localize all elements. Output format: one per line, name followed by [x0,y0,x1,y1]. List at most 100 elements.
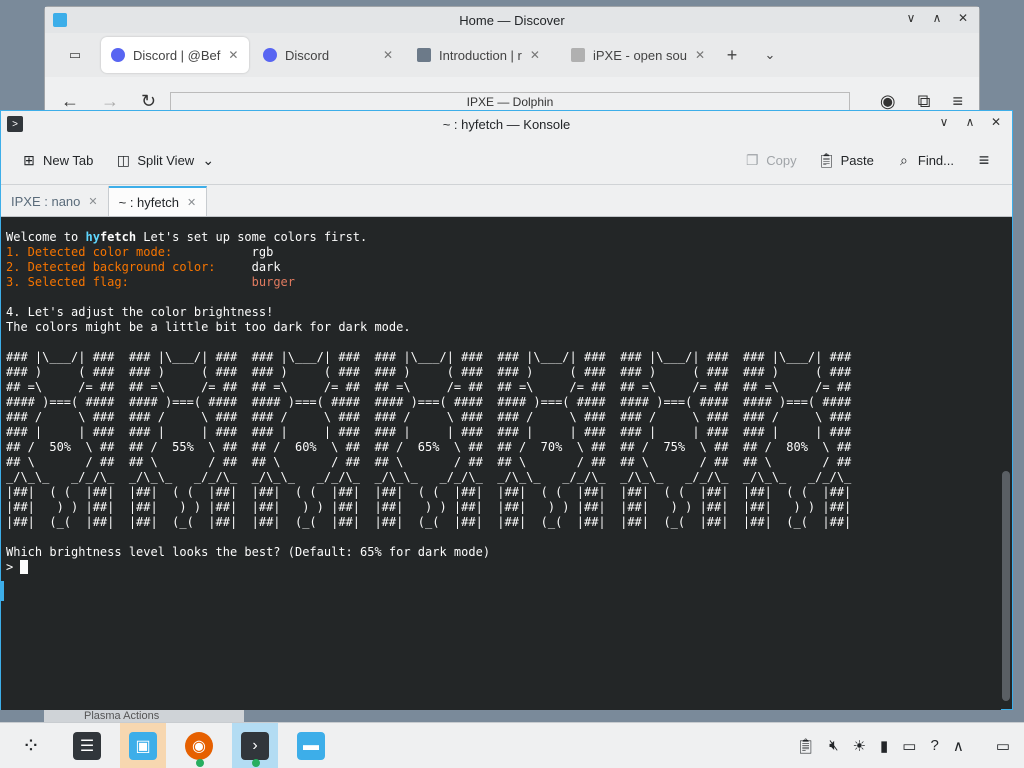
konsole-tab-bar: IPXE : nano ✕ ~ : hyfetch ✕ [1,185,1012,217]
browser-window-controls: ∨ ∧ ✕ [903,11,971,25]
account-icon[interactable]: ◉ [880,91,896,112]
terminal-line [6,335,996,350]
copy-button[interactable]: ❐ Copy [740,149,800,173]
reload-icon[interactable]: ↻ [141,91,156,112]
discord-icon [263,48,277,62]
chevron-down-icon: ⌄ [202,152,215,168]
close-tab-icon[interactable]: ✕ [88,195,97,208]
maximize-icon[interactable]: ∧ [962,115,978,129]
close-tab-icon[interactable]: ✕ [530,48,540,62]
brightness-art-row: #### )===( #### #### )===( #### #### )==… [6,395,852,409]
volume-muted-icon[interactable]: 🔇︎ [829,737,838,754]
prompt-symbol: > [6,560,21,574]
split-view-button[interactable]: ◫ Split View ⌄ [111,149,220,173]
page-icon [417,48,431,62]
tray-expand-icon[interactable]: ∧ [953,737,964,755]
brightness-art-row: ## =\ /= ## ## =\ /= ## ## =\ /= ## ## =… [6,380,852,394]
clipboard-icon[interactable]: 📋︎ [796,737,815,755]
terminal-line: The colors might be a little bit too dar… [6,320,411,334]
split-view-label: Split View [137,153,195,168]
taskbar: ⁘ ☰ ▣ ◉ › ▬ 📋︎ 🔇︎ ☀ ▮ ▭ ? ∧ ▭ [0,722,1024,768]
maximize-icon[interactable]: ∧ [929,11,945,25]
launcher-icon: ⁘ [21,732,41,758]
plasma-actions-strip: Plasma Actions [44,710,244,722]
brightness-art-row: ## / 50% \ ## ## / 55% \ ## ## / 60% \ #… [6,440,852,454]
chevron-down-icon: ⌄ [764,47,776,62]
plus-icon: + [726,44,738,65]
terminal-scrollbar[interactable] [1002,471,1010,701]
terminal-focus-marker [1,581,4,601]
hamburger-menu-icon: ≡ [978,150,990,170]
tab-list-icon: ▭ [68,47,82,62]
brightness-art-row: ### ) ( ### ### ) ( ### ### ) ( ### ### … [6,365,852,379]
terminal-line [6,290,996,305]
terminal-line: 4. Let's adjust the color brightness! [6,305,274,319]
close-icon[interactable]: ✕ [955,11,971,25]
brightness-art-row: |##| (_( |##| |##| (_( |##| |##| (_( |##… [6,515,852,529]
dolphin-titlebar: IPXE — Dolphin [170,92,850,112]
close-icon[interactable]: ✕ [988,115,1004,129]
terminal-question: Which brightness level looks the best? (… [6,545,491,559]
running-indicator-icon [252,758,260,767]
taskbar-konsole[interactable]: › [232,722,278,768]
taskbar-dolphin[interactable]: ▬ [288,723,334,768]
find-label: Find... [917,153,954,168]
browser-tab-2[interactable]: Discord ✕ [253,37,403,73]
minimize-icon[interactable]: ∨ [903,11,919,25]
find-button[interactable]: ⌕ Find... [892,149,958,173]
network-icon[interactable]: ▭ [902,737,916,755]
konsole-icon: › [241,731,269,760]
brightness-icon[interactable]: ☀ [853,737,866,755]
help-icon[interactable]: ? [930,737,938,754]
folder-icon: ▬ [297,731,325,760]
brightness-art-row: ## \ / ## ## \ / ## ## \ / ## ## \ / ## … [6,455,852,469]
close-tab-icon[interactable]: ✕ [695,48,705,62]
terminal-line: 2. Detected background color: dark [6,260,281,274]
close-tab-icon[interactable]: ✕ [187,196,196,209]
hamburger-menu-button[interactable]: ≡ [972,149,996,173]
close-tab-icon[interactable]: ✕ [383,48,393,62]
device-icon[interactable]: ▮ [880,737,888,755]
konsole-title: ~ : hyfetch — Konsole [442,116,571,132]
discover-icon: ▣ [129,731,157,760]
brightness-art-row: ### | | ### ### | | ### ### | | ### ### … [6,425,852,439]
back-icon[interactable]: ← [61,91,79,112]
tab-ipxe-nano[interactable]: IPXE : nano ✕ [1,186,109,216]
paste-button[interactable]: 📋︎ Paste [815,149,878,173]
discord-icon [111,48,125,62]
application-launcher[interactable]: ⁘ [8,723,54,768]
browser-tab-4[interactable]: iPXE - open sou ✕ [561,37,711,73]
browser-tab-1[interactable]: Discord | @Bef ✕ [101,37,249,73]
taskbar-discover[interactable]: ▣ [120,722,166,768]
taskbar-system-settings[interactable]: ☰ [64,723,110,768]
menu-icon[interactable]: ≡ [952,91,963,112]
brightness-art-row: ### |\___/| ### ### |\___/| ### ### |\__… [6,350,852,364]
tab-label: IPXE : nano [11,193,81,209]
tab-overflow-button[interactable]: ⌄ [753,37,787,73]
browser-tab-label: Introduction | r [439,47,522,63]
browser-tab-label: Discord [285,47,330,63]
tab-label: ~ : hyfetch [118,194,179,210]
dolphin-title: IPXE — Dolphin [466,95,554,109]
konsole-app-icon: > [7,116,23,132]
show-desktop-icon[interactable]: ▭ [996,737,1010,755]
minimize-icon[interactable]: ∨ [936,115,952,129]
taskbar-firefox[interactable]: ◉ [176,723,222,768]
forward-icon[interactable]: → [101,91,119,112]
new-tab-button[interactable]: + [715,37,749,73]
browser-tab-3[interactable]: Introduction | r ✕ [407,37,557,73]
konsole-toolbar: ⊞ New Tab ◫ Split View ⌄ ❐ Copy 📋︎ Paste… [1,137,1012,185]
extensions-icon[interactable]: ⧉ [918,91,931,112]
terminal-cursor [20,560,29,574]
settings-sliders-icon: ☰ [73,731,101,760]
plasma-actions-label: Plasma Actions [84,710,160,722]
terminal-output[interactable]: Welcome to hyfetch Let's set up some col… [1,218,1001,710]
konsole-window: > ~ : hyfetch — Konsole ∨ ∧ ✕ ⊞ New Tab … [0,110,1013,710]
terminal-line: 1. Detected color mode: rgb [6,245,274,259]
tab-hyfetch[interactable]: ~ : hyfetch ✕ [108,186,208,216]
new-tab-button[interactable]: ⊞ New Tab [17,149,97,173]
terminal-prompt-line[interactable]: > [6,560,996,575]
tab-list-button[interactable]: ▭ [53,37,97,73]
close-tab-icon[interactable]: ✕ [228,48,238,62]
discover-app-icon [53,13,67,27]
